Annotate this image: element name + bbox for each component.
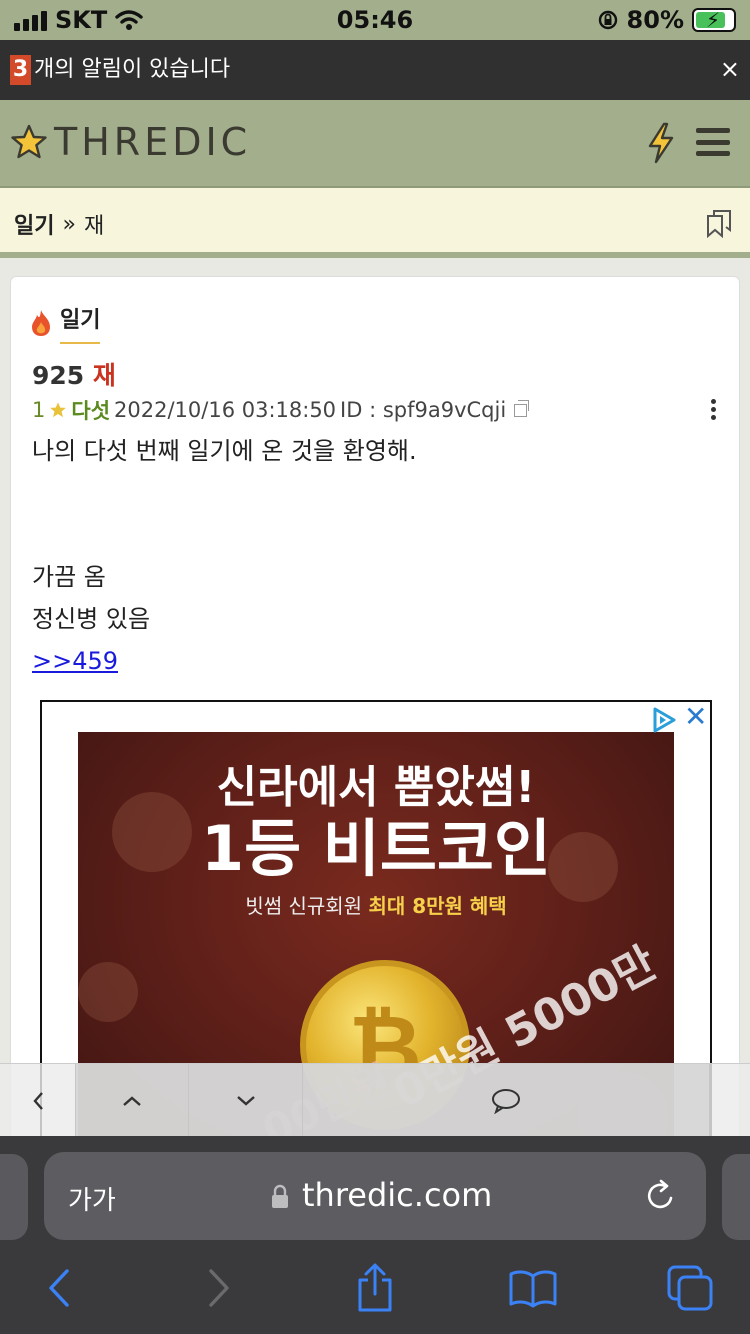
post-line: 나의 다섯 번째 일기에 온 것을 환영해.: [32, 437, 417, 465]
logo-text: THREDIC: [54, 120, 252, 164]
status-bar: SKT 05:46 80% ⚡: [0, 0, 750, 40]
notification-bar[interactable]: 3 개의 알림이 있습니다 ×: [0, 40, 750, 100]
bookmarks-book-icon[interactable]: [508, 1268, 558, 1308]
floating-nav: [0, 1063, 750, 1137]
site-logo[interactable]: THREDIC: [10, 120, 251, 164]
charging-bolt-icon: ⚡: [706, 8, 721, 32]
post-line: [32, 514, 417, 556]
star-icon: [11, 124, 47, 159]
hamburger-menu-icon[interactable]: [696, 128, 730, 156]
reload-icon[interactable]: [644, 1178, 678, 1214]
chevron-left-icon: [32, 1091, 43, 1110]
board-label-text: 일기: [60, 302, 101, 344]
ad-subtitle: 빗썸 신규회원 최대 8만원 혜택: [78, 890, 674, 919]
post-number[interactable]: 1: [32, 398, 45, 422]
ad-close-icon[interactable]: ✕: [684, 702, 707, 732]
post-line: [32, 472, 417, 514]
post-line: 가끔 옴: [32, 563, 106, 591]
bookmark-button[interactable]: [704, 208, 736, 242]
adchoices-icon[interactable]: [650, 706, 678, 738]
breadcrumb-thread: 재: [83, 214, 105, 239]
safari-toolbar: [0, 1254, 750, 1334]
comment-icon: [492, 1088, 520, 1114]
post-more-options-icon[interactable]: [711, 399, 716, 420]
status-right: 80% ⚡: [597, 6, 736, 34]
bolt-button[interactable]: [646, 122, 676, 168]
ad-sub-highlight: 최대 8만원 혜택: [368, 894, 507, 918]
orientation-lock-icon: [598, 10, 617, 30]
ad-headline-main: 1등 비트코인: [201, 812, 551, 885]
chevron-down-icon: [236, 1095, 255, 1106]
post-body: 나의 다섯 번째 일기에 온 것을 환영해. 가끔 옴 정신병 있음 >>459: [32, 430, 417, 682]
author-star-icon: [50, 402, 67, 418]
site-header: THREDIC: [0, 100, 750, 188]
breadcrumb-separator: »: [62, 211, 76, 237]
next-tab-preview[interactable]: [722, 1154, 750, 1240]
post-datetime: 2022/10/16 03:18:50: [114, 398, 337, 422]
forward-arrow-icon[interactable]: [204, 1266, 234, 1310]
bookmark-icon: [707, 210, 731, 239]
back-arrow-icon[interactable]: [44, 1266, 74, 1310]
post-reply-link[interactable]: >>459: [32, 647, 118, 675]
notification-count-badge: 3: [10, 55, 31, 85]
lightning-icon: [648, 122, 674, 164]
scroll-up-button[interactable]: [76, 1064, 189, 1137]
post-id: ID : spf9a9vCqji: [340, 398, 507, 422]
fire-icon: [32, 310, 50, 336]
lock-icon: [272, 1184, 288, 1208]
scroll-down-button[interactable]: [189, 1064, 303, 1137]
chevron-up-icon: [123, 1095, 141, 1106]
board-label[interactable]: 일기: [30, 302, 101, 344]
breadcrumb: 일기 » 재: [14, 208, 104, 240]
text-size-button[interactable]: 가가: [68, 1180, 116, 1217]
nav-back-button[interactable]: [0, 1064, 76, 1137]
post-meta: 1 다섯 2022/10/16 03:18:50 ID : spf9a9vCqj…: [32, 395, 530, 425]
thread-number: 925: [32, 361, 85, 390]
previous-tab-preview[interactable]: [0, 1154, 28, 1240]
url-text[interactable]: thredic.com: [302, 1176, 492, 1214]
breadcrumb-bar: 일기 » 재: [0, 188, 750, 258]
address-bar[interactable]: 가가 thredic.com: [44, 1152, 706, 1240]
post-author: 다섯: [71, 399, 111, 423]
safari-browser-bar: 가가 thredic.com: [0, 1136, 750, 1334]
ad-sub-prefix: 빗썸 신규회원: [245, 894, 363, 918]
tabs-icon[interactable]: [666, 1264, 716, 1312]
screen: SKT 05:46 80% ⚡ 3 개의 알림이 있습니다 × THREDIC …: [0, 0, 750, 1334]
battery-percent: 80%: [626, 6, 684, 34]
notification-close-button[interactable]: ×: [720, 54, 740, 84]
copy-id-icon[interactable]: [514, 399, 530, 417]
share-icon[interactable]: [354, 1262, 396, 1314]
notification-text[interactable]: 개의 알림이 있습니다: [34, 55, 230, 85]
breadcrumb-board-link[interactable]: 일기: [14, 208, 54, 240]
thread-name: 재: [92, 361, 116, 390]
thread-title: 925 재: [32, 356, 116, 392]
battery-icon: ⚡: [692, 8, 736, 32]
comment-button[interactable]: [303, 1064, 710, 1137]
post-line: 정신병 있음: [32, 605, 151, 633]
nav-extra-button[interactable]: [710, 1064, 750, 1137]
ad-headline: 신라에서 뽑았썸!: [216, 762, 536, 813]
